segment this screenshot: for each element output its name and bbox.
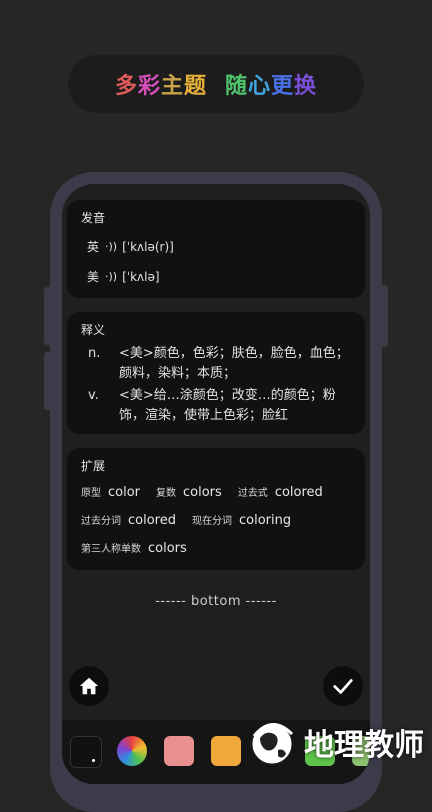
- form-label: 原型: [81, 488, 101, 499]
- expansion-card: 扩展 原型 color 复数 colors 过去式 colored 过去分词 c…: [67, 448, 365, 570]
- banner-char: 题: [183, 74, 207, 99]
- expansion-row: 过去分词 colored 现在分词 coloring: [81, 512, 307, 528]
- confirm-button[interactable]: [323, 666, 363, 706]
- form-value: colors: [183, 485, 222, 500]
- expansion-row: 第三人称单数 colors: [81, 540, 203, 556]
- banner-char: 换: [294, 74, 318, 99]
- definition-text: <美>颜色，色彩；肤色，脸色，血色；颜料，染料；本质；: [119, 346, 349, 381]
- color-swatch-black[interactable]: [70, 736, 102, 768]
- form-label: 过去式: [237, 488, 268, 499]
- check-icon: [333, 679, 353, 694]
- theme-banner: 多 彩 主 题 随 心 更 换: [68, 55, 364, 113]
- color-swatch-orange[interactable]: [211, 736, 241, 766]
- phone-screen: 发音 英 ·)) [ˈkʌlə(r)] 美 ·)) [ˈkʌlə] 释义 n. …: [62, 184, 370, 784]
- home-icon: [79, 677, 99, 695]
- form-label: 第三人称单数: [81, 544, 141, 555]
- card-title: 释义: [81, 323, 106, 337]
- form-label: 复数: [156, 488, 177, 499]
- card-title: 发音: [81, 211, 106, 225]
- globe-logo-icon: [251, 723, 294, 765]
- color-swatch-pink[interactable]: [164, 736, 194, 766]
- us-phonetic: [ˈkʌlə]: [122, 269, 160, 284]
- phone-side-button: [44, 287, 52, 345]
- expansion-row: 原型 color 复数 colors 过去式 colored: [81, 484, 339, 500]
- pronunciation-card: 发音 英 ·)) [ˈkʌlə(r)] 美 ·)) [ˈkʌlə]: [67, 200, 365, 298]
- banner-char: 更: [271, 74, 295, 99]
- color-wheel-icon[interactable]: [117, 736, 147, 766]
- bottom-marker: ------ bottom ------: [155, 594, 277, 609]
- uk-pronunciation[interactable]: 英 ·)) [ˈkʌlə(r)]: [87, 238, 174, 255]
- banner-char: 彩: [137, 74, 161, 99]
- definition-card: 释义 n. <美>颜色，色彩；肤色，脸色，血色；颜料，染料；本质； v. <美>…: [67, 312, 365, 434]
- banner-char: 主: [160, 74, 184, 99]
- banner-char: 心: [248, 74, 272, 99]
- part-of-speech: n.: [88, 346, 101, 361]
- us-label: 美: [87, 270, 100, 284]
- banner-char: 多: [114, 74, 138, 99]
- phone-side-button: [44, 352, 52, 410]
- form-value: colored: [274, 485, 323, 500]
- uk-label: 英: [87, 240, 100, 254]
- uk-phonetic: [ˈkʌlə(r)]: [122, 239, 174, 254]
- phone-power-button: [380, 285, 388, 347]
- part-of-speech: v.: [88, 388, 99, 403]
- form-value: colored: [128, 513, 176, 528]
- watermark-text: 地理教师: [304, 728, 424, 763]
- selected-dot: [92, 759, 95, 762]
- us-pronunciation[interactable]: 美 ·)) [ˈkʌlə]: [87, 268, 160, 285]
- card-title: 扩展: [81, 459, 106, 473]
- banner-char: 随: [225, 74, 249, 99]
- form-label: 过去分词: [81, 516, 121, 527]
- form-value: color: [108, 485, 141, 500]
- home-button[interactable]: [69, 666, 109, 706]
- definition-text: <美>给…涂颜色；改变…的颜色；粉饰，渲染，使带上色彩；脸红: [119, 388, 336, 423]
- form-value: coloring: [238, 513, 292, 528]
- form-label: 现在分词: [191, 516, 232, 527]
- form-value: colors: [148, 541, 187, 556]
- watermark-logo: 地理教师: [246, 716, 432, 768]
- speaker-icon[interactable]: ·)): [105, 240, 117, 253]
- speaker-icon[interactable]: ·)): [105, 270, 117, 283]
